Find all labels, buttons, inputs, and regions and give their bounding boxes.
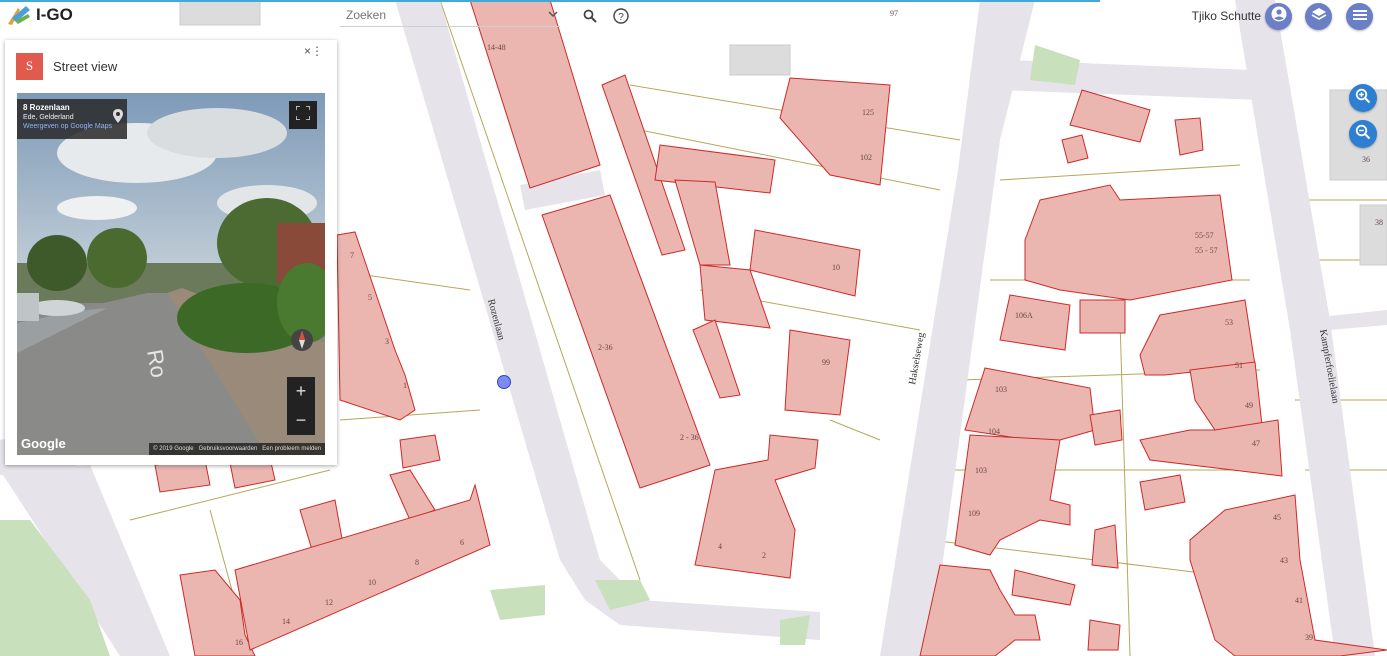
logo-mark-icon [6, 4, 32, 26]
svg-text:8: 8 [415, 558, 419, 567]
street-view-zoom-out-button[interactable]: − [296, 410, 307, 431]
google-maps-link[interactable]: Weergeven op Google Maps [23, 123, 121, 130]
street-view-zoom-control: + − [287, 377, 315, 435]
svg-text:103: 103 [995, 385, 1007, 394]
street-view-city: Ede, Gelderland [23, 114, 74, 121]
street-view-scene: Ro [17, 93, 325, 455]
svg-text:3: 3 [385, 337, 389, 346]
logo-text: I-GO [36, 5, 73, 24]
search-input[interactable] [340, 8, 526, 22]
street-marking-text: Ro [142, 348, 172, 380]
search-icon[interactable] [581, 7, 599, 25]
svg-text:5: 5 [368, 293, 372, 302]
panel-badge: S [16, 52, 43, 80]
street-view-panel: S Street view × ⋮ Ro 8 Rozenlaan Ede, Ge… [5, 40, 337, 465]
close-icon[interactable]: × [304, 44, 311, 58]
svg-text:39: 39 [1305, 633, 1313, 642]
location-marker[interactable] [497, 375, 511, 389]
fullscreen-button[interactable] [289, 101, 317, 129]
top-accent-line [0, 0, 1100, 2]
svg-text:?: ? [618, 12, 624, 23]
street-view-image[interactable]: Ro 8 Rozenlaan Ede, Gelderland Weergeven… [17, 93, 325, 455]
zoom-out-icon [1355, 124, 1371, 145]
svg-text:45: 45 [1273, 513, 1281, 522]
layers-icon [1311, 6, 1327, 27]
svg-text:51: 51 [1235, 361, 1243, 370]
menu-button[interactable] [1346, 3, 1373, 30]
street-view-address: 8 Rozenlaan [23, 103, 70, 112]
svg-text:55-57: 55-57 [1195, 231, 1214, 240]
svg-text:97: 97 [890, 9, 898, 18]
account-button[interactable] [1265, 3, 1292, 30]
pin-icon[interactable] [113, 109, 123, 128]
google-logo: Google [21, 436, 66, 451]
svg-text:125: 125 [862, 108, 874, 117]
zoom-in-button[interactable] [1349, 84, 1377, 112]
svg-text:47: 47 [1252, 439, 1260, 448]
copyright-text: © 2019 Google [153, 446, 194, 452]
menu-icon [1352, 8, 1367, 26]
zoom-out-button[interactable] [1349, 120, 1377, 148]
help-icon[interactable]: ? [612, 7, 630, 25]
svg-text:38: 38 [1375, 218, 1383, 227]
street-view-footer: © 2019 Google Gebruiksvoorwaarden Een pr… [149, 443, 325, 455]
svg-text:12: 12 [325, 598, 333, 607]
svg-text:2-36: 2-36 [598, 343, 613, 352]
svg-text:55 - 57: 55 - 57 [1195, 246, 1218, 255]
layers-button[interactable] [1305, 3, 1332, 30]
more-options-icon[interactable]: ⋮ [311, 44, 323, 58]
svg-text:10: 10 [368, 578, 376, 587]
svg-text:7: 7 [350, 251, 354, 260]
svg-text:41: 41 [1295, 596, 1303, 605]
terms-link[interactable]: Gebruiksvoorwaarden [199, 446, 258, 452]
svg-text:10: 10 [832, 263, 840, 272]
svg-text:2: 2 [762, 551, 766, 560]
svg-text:103: 103 [975, 466, 987, 475]
svg-text:102: 102 [860, 153, 872, 162]
svg-text:4: 4 [718, 542, 722, 551]
svg-text:99: 99 [822, 358, 830, 367]
zoom-in-icon [1355, 88, 1371, 109]
svg-text:49: 49 [1245, 401, 1253, 410]
svg-text:6: 6 [460, 538, 464, 547]
svg-text:16: 16 [235, 638, 243, 647]
svg-text:1: 1 [403, 381, 407, 390]
street-view-info-box: 8 Rozenlaan Ede, Gelderland Weergeven op… [17, 99, 127, 139]
app-logo[interactable]: I-GO [6, 4, 73, 26]
compass-icon[interactable] [291, 329, 313, 351]
svg-text:14: 14 [282, 617, 290, 626]
fullscreen-icon [295, 104, 311, 125]
report-problem-link[interactable]: Een probleem melden [262, 446, 321, 452]
panel-title: Street view [53, 58, 118, 74]
svg-text:109: 109 [968, 509, 980, 518]
search-box[interactable] [340, 4, 560, 27]
svg-text:106A: 106A [1015, 311, 1033, 320]
user-name[interactable]: Tjiko Schutte [1192, 9, 1261, 23]
svg-text:36: 36 [1362, 155, 1370, 164]
svg-text:2 - 36: 2 - 36 [680, 433, 699, 442]
svg-text:53: 53 [1225, 318, 1233, 327]
street-view-zoom-in-button[interactable]: + [296, 381, 307, 402]
svg-text:43: 43 [1280, 556, 1288, 565]
chevron-down-icon[interactable] [548, 9, 558, 21]
svg-text:14-48: 14-48 [487, 43, 506, 52]
panel-header: S Street view × ⋮ [5, 40, 337, 92]
account-icon [1271, 6, 1287, 27]
svg-text:104: 104 [988, 427, 1000, 436]
